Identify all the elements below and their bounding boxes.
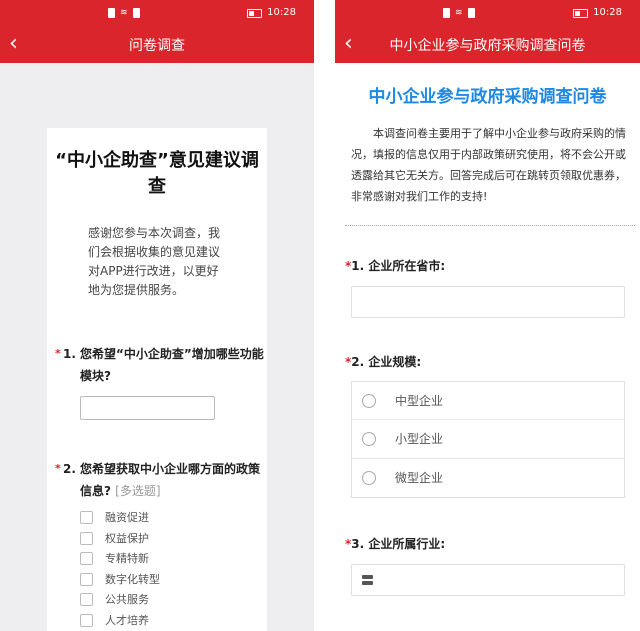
question-3-label: *3. 企业所属行业:: [345, 535, 445, 553]
notification-icon: [108, 8, 115, 18]
nav-bar: ‹ 中小企业参与政府采购调查问卷: [335, 28, 640, 63]
screen-gap: [314, 0, 335, 631]
question-text: 您希望“中小企助查”增加哪些功能模块?: [80, 347, 264, 383]
nav-title: 中小企业参与政府采购调查问卷: [389, 38, 586, 54]
section-divider: [345, 225, 635, 226]
question-text: 3. 企业所属行业:: [351, 537, 446, 551]
status-icons: ≋: [443, 8, 475, 18]
checkbox-label: 融资促进: [105, 511, 149, 524]
status-bar: ≋ 10:28: [0, 0, 314, 28]
radio-label: 中型企业: [395, 394, 444, 409]
status-time: 10:28: [593, 7, 622, 18]
radio-button[interactable]: [362, 470, 376, 485]
checkbox[interactable]: [80, 531, 93, 545]
multi-select-hint: [多选题]: [115, 484, 161, 498]
checkbox[interactable]: [80, 592, 93, 606]
checkbox-option[interactable]: 权益保护: [80, 529, 149, 547]
left-phone-screen: ≋ 10:28 ‹ 问卷调查 “中小企助查”意见建议调查 感谢您参与本次调查，我…: [0, 0, 314, 631]
checkbox-option[interactable]: 专精特新: [80, 549, 149, 567]
radio-button[interactable]: [362, 393, 376, 408]
question-2-label: *2. 企业规模:: [345, 353, 421, 371]
province-city-input[interactable]: [351, 286, 625, 318]
nav-title: 问卷调查: [129, 38, 185, 54]
checkbox-option[interactable]: 数字化转型: [80, 570, 160, 588]
notification-icon: [467, 8, 475, 18]
right-phone-screen: ≋ 10:28 ‹ 中小企业参与政府采购调查问卷 中小企业参与政府采购调查问卷 …: [335, 0, 640, 631]
radio-label: 微型企业: [395, 471, 444, 486]
status-icons: ≋: [108, 8, 140, 18]
notification-icon: [132, 8, 140, 18]
question-text: 2. 企业规模:: [351, 355, 422, 369]
q1-answer-input[interactable]: [80, 396, 215, 420]
question-1: * 1. 您希望“中小企助查”增加哪些功能模块?: [55, 343, 265, 387]
wifi-icon: ≋: [120, 8, 128, 18]
question-text: 1. 企业所在省市:: [351, 259, 446, 273]
question-text: 您希望获取中小企业哪方面的政策信息? [多选题]: [80, 458, 265, 502]
battery-icon: [573, 8, 589, 18]
question-text-body: 您希望获取中小企业哪方面的政策信息?: [80, 462, 261, 498]
checkbox[interactable]: [80, 613, 93, 627]
question-number: 2.: [63, 462, 76, 476]
notification-icon: [443, 8, 450, 18]
survey-intro: 感谢您参与本次调查，我们会根据收集的意见建议对APP进行改进，以更好地为您提供服…: [88, 226, 221, 297]
checkbox-option[interactable]: 融资促进: [80, 508, 149, 526]
checkbox[interactable]: [80, 510, 93, 524]
question-2: * 2. 您希望获取中小企业哪方面的政策信息? [多选题]: [55, 458, 265, 502]
checkbox-label: 人才培养: [105, 614, 149, 627]
list-select-icon: [362, 575, 373, 585]
checkbox[interactable]: [80, 551, 93, 565]
survey-title: “中小企助查”意见建议调查: [55, 150, 259, 197]
radio-button[interactable]: [362, 431, 376, 446]
status-time: 10:28: [267, 7, 296, 18]
question-1-label: *1. 企业所在省市:: [345, 257, 445, 275]
checkbox-label: 专精特新: [105, 552, 149, 565]
radio-option[interactable]: 微型企业: [352, 459, 624, 497]
required-mark: *: [55, 347, 61, 360]
survey-intro: 本调查问卷主要用于了解中小企业参与政府采购的情况，填报的信息仅用于内部政策研究使…: [351, 127, 626, 203]
checkbox-option[interactable]: 人才培养: [80, 611, 149, 629]
checkbox[interactable]: [80, 572, 93, 586]
checkbox-option[interactable]: 公共服务: [80, 590, 149, 608]
checkbox-label: 数字化转型: [105, 573, 160, 586]
company-size-radio-group: 中型企业 小型企业 微型企业: [351, 381, 625, 498]
battery-icon: [247, 8, 263, 18]
checkbox-label: 公共服务: [105, 593, 149, 606]
radio-option[interactable]: 中型企业: [352, 382, 624, 421]
industry-select[interactable]: [351, 564, 625, 596]
wifi-icon: ≋: [455, 8, 463, 18]
radio-option[interactable]: 小型企业: [352, 420, 624, 459]
survey-title: 中小企业参与政府采购调查问卷: [368, 87, 607, 107]
question-number: 1.: [63, 347, 76, 361]
survey-card: “中小企助查”意见建议调查 感谢您参与本次调查，我们会根据收集的意见建议对APP…: [47, 128, 267, 631]
checkbox-label: 权益保护: [105, 532, 149, 545]
radio-label: 小型企业: [395, 432, 444, 447]
nav-bar: ‹ 问卷调查: [0, 28, 314, 63]
required-mark: *: [55, 462, 61, 475]
status-bar: ≋ 10:28: [335, 0, 640, 28]
